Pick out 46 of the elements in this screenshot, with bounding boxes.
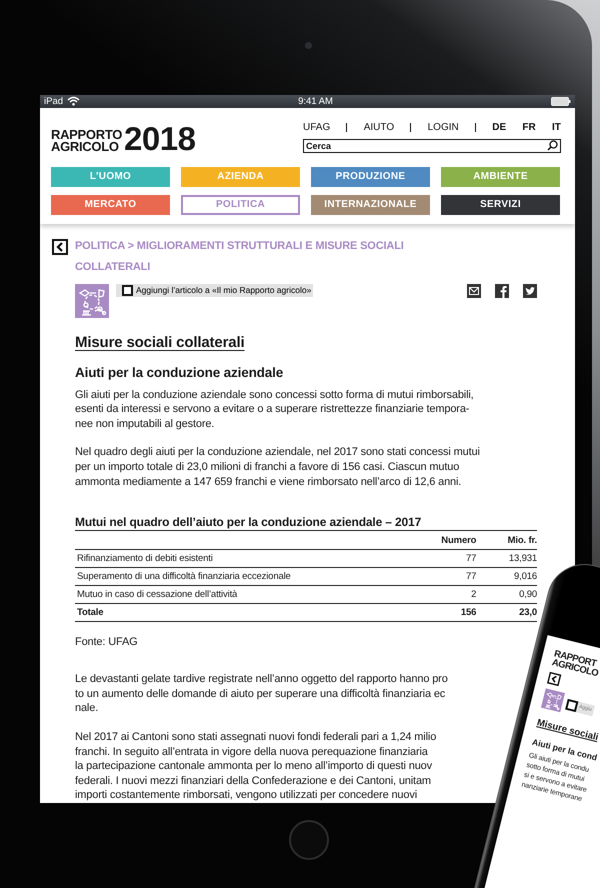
wifi-icon [67,96,80,106]
bookmark-checkbox[interactable]: Aggiungi l’articolo a «Il mio Rapporto agricolo» [116,284,314,297]
camera-lens [305,42,312,49]
column-header: Numero [407,531,476,550]
category-tab[interactable]: SERVIZI [441,194,560,215]
category-tab[interactable]: PRODUZIONE [311,166,430,187]
language-link[interactable]: DE [492,122,506,133]
table-cell: 13,931 [476,550,537,568]
device-label: iPad [44,96,64,107]
language-link[interactable]: FR [522,122,536,133]
policy-topic-drawing [75,284,109,318]
search-field[interactable]: Cerca [303,138,561,153]
battery-icon [551,96,571,106]
back-icon[interactable] [52,238,68,255]
facebook-icon[interactable] [495,284,509,298]
row-label: Rifinanziamento di debiti esistenti [75,550,408,568]
table-cell: 156 [407,604,476,622]
table-cell: 0,90 [476,586,537,604]
column-header: Mio. fr. [476,531,537,550]
logo-year[interactable]: 2018 [124,124,196,153]
table-cell: 9,016 [476,568,537,586]
article-title: Misure sociali collaterali [75,334,246,351]
table-cell: 77 [407,568,476,586]
table-cell: 23,0 [476,604,537,622]
paragraph: Nel 2017 ai Cantoni sono stati assegnati nuovi fondi federali pari a 1,24 milio franchi. In seguito all’entrata in vigore della nuova perequazione finanziaria la partecipazione cantonale ammonta per lo meno all’importo di questi nuov federali. I nuovi mezzi finanziari della Confederazione e dei Cantoni, unitam importi costantemente rimborsati, vengono utilizzati per concedere nuovi [75,730,436,803]
nav-link[interactable]: UFAG [303,122,330,133]
nav-link[interactable]: LOGIN [428,122,459,133]
table-title: Mutui nel quadro dell’aiuto per la conduzione aziendale – 2017 [75,515,537,532]
search-icon[interactable] [547,140,558,152]
source-note: Fonte: UFAG [75,636,139,648]
logo-title[interactable]: RAPPORTO AGRICOLO [51,128,122,153]
mail-icon[interactable] [467,284,481,298]
policy-topic-drawing [540,688,566,712]
language-link[interactable]: IT [552,122,561,133]
paragraph: Gli aiuti per la conduzione aziendale sono concessi sotto forma di mutui rimborsabili, esenti da interessi e servono a evitare o a superare ristrettezze finanziarie tempora- nee non imputabili al gestore. [75,388,474,432]
twitter-icon[interactable] [523,284,537,298]
paragraph: Nel quadro degli aiuti per la conduzione aziendale, nel 2017 sono stati concessi mutui per un importo totale di 23,0 milioni di franchi a favore di 156 casi. Ciascun mutuo ammonta mediamente a 147 659 franchi e viene rimborsato nell’arco di 12,6 anni. [75,445,480,490]
row-label: Mutuo in caso di cessazione dell’attività [75,586,408,604]
section-heading: Aiuti per la conduzione aziendale [75,364,284,380]
paragraph: Le devastanti gelate tardive registrate nell’anno oggetto del rapporto hanno pro to un aumento delle domande di aiuto per superare una difficoltà finanziaria ec nale. [75,672,448,716]
row-label: Totale [75,604,408,622]
table-cell: 2 [407,586,476,604]
row-label: Superamento di una difficoltà finanziaria eccezionale [75,568,408,586]
clock-time: 9:41 AM [298,96,333,107]
nav-link[interactable]: AIUTO [364,122,394,133]
table-cell: 77 [407,550,476,568]
